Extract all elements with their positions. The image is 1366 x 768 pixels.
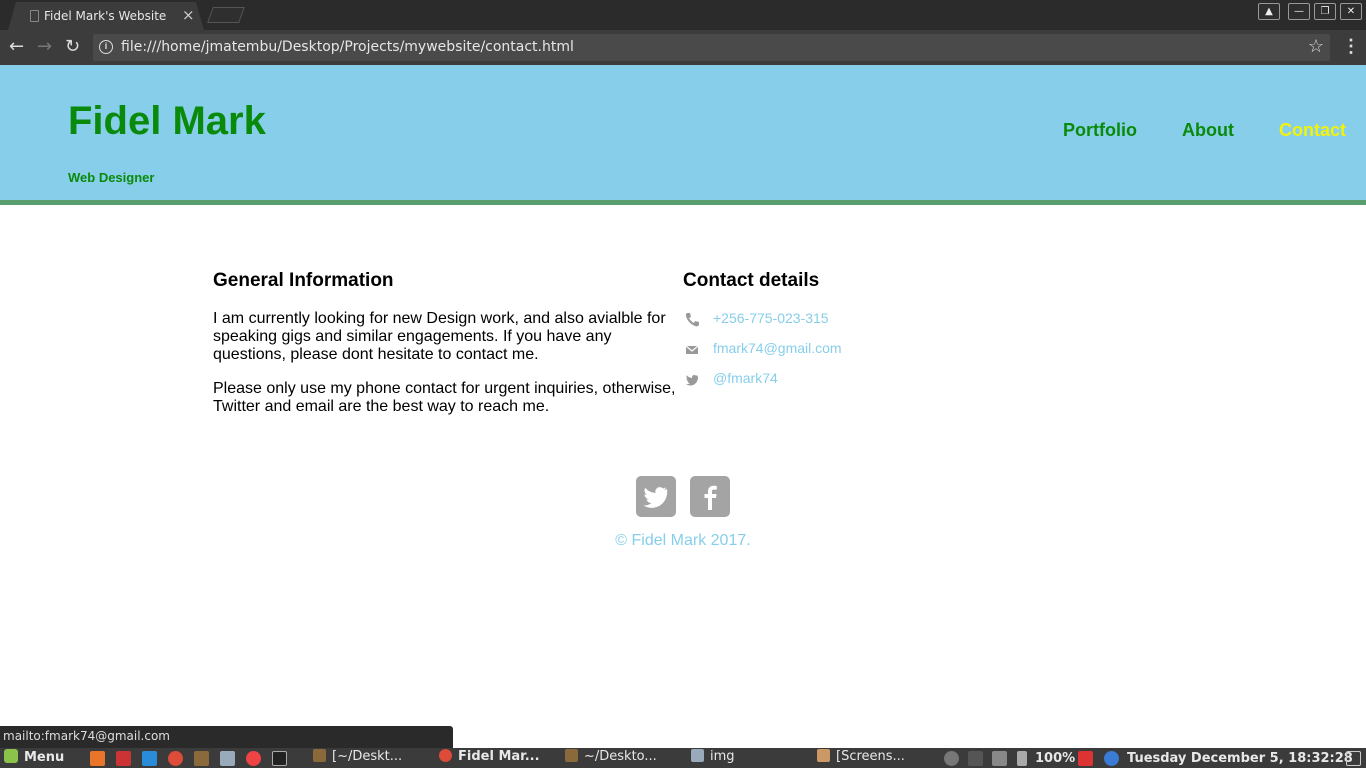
sublime-icon — [565, 749, 578, 762]
restore-button[interactable]: ❐ — [1314, 3, 1336, 20]
terminal-icon[interactable] — [272, 751, 287, 766]
twitter-link[interactable]: @fmark74 — [713, 370, 778, 386]
user-icon[interactable] — [944, 751, 959, 766]
main-content: General Information I am currently looki… — [0, 210, 1366, 740]
browser-tab-bar: Fidel Mark's Website × ▲ — ❐ ✕ — [0, 0, 1366, 30]
general-info-paragraph: I am currently looking for new Design wo… — [213, 310, 666, 363]
network-icon[interactable] — [968, 751, 983, 766]
profile-icon[interactable]: ▲ — [1258, 3, 1280, 20]
copyright-text: © Fidel Mark 2017. — [615, 532, 751, 549]
shield-icon[interactable] — [1078, 751, 1093, 766]
site-title: Fidel Mark — [68, 99, 266, 143]
desktop-taskbar: Menu [~/Deskt... Fidel Mar... ~/Deskto..… — [0, 748, 1366, 768]
firefox-icon[interactable] — [90, 751, 105, 766]
app-s-icon[interactable] — [116, 751, 131, 766]
battery-percent: 100% — [1035, 751, 1076, 766]
tab-close-icon[interactable]: × — [182, 6, 195, 24]
task-terminal[interactable]: [~/Deskt... — [313, 749, 402, 764]
sublime-icon — [313, 749, 326, 762]
tab-title: Fidel Mark's Website — [44, 9, 167, 23]
task-label: Fidel Mar... — [458, 749, 540, 764]
twitter-icon — [685, 375, 698, 386]
general-info-heading: General Information — [213, 270, 394, 291]
minimize-button[interactable]: — — [1288, 3, 1310, 20]
battery-icon[interactable] — [1017, 751, 1027, 766]
vpn-icon[interactable] — [246, 751, 261, 766]
twitter-social-button[interactable] — [636, 476, 676, 517]
browser-tab[interactable]: Fidel Mark's Website × — [8, 2, 204, 30]
envelope-icon — [685, 345, 699, 354]
phone-link[interactable]: +256-775-023-315 — [713, 310, 829, 326]
contact-note-paragraph: Please only use my phone contact for urg… — [213, 380, 676, 415]
contact-details-heading: Contact details — [683, 270, 820, 291]
page-icon — [30, 10, 39, 22]
task-label: ~/Deskto... — [584, 749, 657, 764]
email-link[interactable]: fmark74@gmail.com — [713, 340, 842, 356]
files-icon[interactable] — [220, 751, 235, 766]
back-icon[interactable]: ← — [9, 36, 24, 57]
new-tab-button[interactable] — [207, 7, 245, 23]
clock[interactable]: Tuesday December 5, 18:32:28 — [1127, 751, 1353, 766]
site-header: Fidel Mark Web Designer Portfolio About … — [0, 65, 1366, 205]
close-window-button[interactable]: ✕ — [1340, 3, 1362, 20]
address-bar[interactable]: i file:///home/jmatembu/Desktop/Projects… — [93, 34, 1330, 61]
site-subtitle: Web Designer — [68, 170, 155, 185]
folder-icon — [691, 749, 704, 762]
twitter-icon — [643, 487, 668, 508]
browser-menu-icon[interactable]: ⋮ — [1342, 36, 1360, 57]
bluetooth-icon[interactable] — [1104, 751, 1119, 766]
volume-icon[interactable] — [992, 751, 1007, 766]
status-bubble: mailto:fmark74@gmail.com — [0, 726, 453, 748]
info-icon[interactable]: i — [99, 40, 113, 54]
chrome-icon — [439, 749, 452, 762]
screenshot-icon — [817, 749, 830, 762]
reload-icon[interactable]: ↻ — [65, 36, 80, 57]
start-menu-button[interactable]: Menu — [4, 749, 64, 765]
chrome-icon[interactable] — [168, 751, 183, 766]
task-editor[interactable]: ~/Deskto... — [565, 749, 657, 764]
browser-toolbar: ← → ↻ i file:///home/jmatembu/Desktop/Pr… — [0, 30, 1366, 65]
nav-portfolio[interactable]: Portfolio — [1063, 120, 1137, 141]
nav-about[interactable]: About — [1182, 120, 1234, 141]
sublime-icon[interactable] — [194, 751, 209, 766]
facebook-social-button[interactable] — [690, 476, 730, 517]
bookmark-star-icon[interactable]: ☆ — [1308, 36, 1324, 57]
task-screenshot[interactable]: [Screens... — [817, 749, 905, 764]
facebook-icon — [704, 485, 717, 510]
menu-label: Menu — [24, 750, 65, 765]
task-browser[interactable]: Fidel Mar... — [439, 749, 540, 764]
task-label: img — [710, 749, 735, 764]
task-label: [Screens... — [836, 749, 905, 764]
task-folder[interactable]: img — [691, 749, 735, 764]
nav-contact[interactable]: Contact — [1279, 120, 1346, 141]
phone-icon — [685, 313, 699, 327]
show-desktop-icon[interactable] — [1346, 751, 1361, 766]
task-label: [~/Deskt... — [332, 749, 403, 764]
skype-icon[interactable] — [142, 751, 157, 766]
url-text[interactable]: file:///home/jmatembu/Desktop/Projects/m… — [121, 39, 574, 55]
forward-icon[interactable]: → — [37, 36, 52, 57]
mint-logo-icon — [4, 749, 18, 763]
